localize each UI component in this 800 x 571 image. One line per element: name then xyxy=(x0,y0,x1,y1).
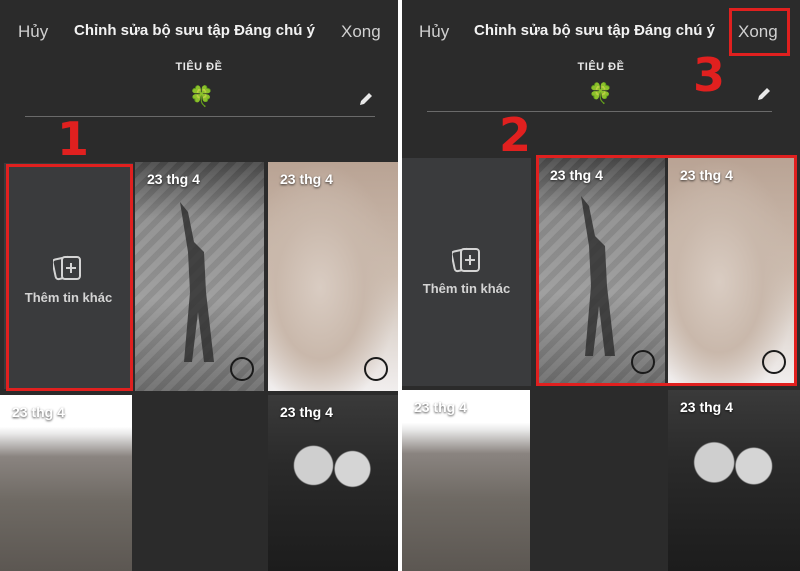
story-date: 23 thg 4 xyxy=(147,171,200,187)
add-story-tile[interactable]: Thêm tin khác xyxy=(402,158,531,386)
page-title: Chỉnh sửa bộ sưu tập Đáng chú ý xyxy=(474,22,715,39)
left-screenshot: Hủy Chỉnh sửa bộ sưu tập Đáng chú ý Xong… xyxy=(0,0,398,571)
step3-number: 3 xyxy=(693,48,726,102)
story-date: 23 thg 4 xyxy=(280,171,333,187)
add-story-icon xyxy=(452,247,480,273)
step2-highlight xyxy=(536,155,797,386)
pencil-icon[interactable] xyxy=(756,86,772,102)
title-section-label: TIÊU ĐỀ xyxy=(577,61,625,73)
story-date: 23 thg 4 xyxy=(12,404,65,420)
add-story-label: Thêm tin khác xyxy=(422,281,511,296)
cover-emoji: 🍀 xyxy=(588,83,613,105)
story-tile[interactable]: 23 thg 4 xyxy=(268,162,398,391)
title-section-label: TIÊU ĐỀ xyxy=(175,61,223,73)
title-underline xyxy=(427,111,772,112)
done-button[interactable]: Xong xyxy=(341,22,381,42)
story-date: 23 thg 4 xyxy=(680,399,733,415)
right-screenshot: Hủy Chỉnh sửa bộ sưu tập Đáng chú ý Xong… xyxy=(402,0,800,571)
story-date: 23 thg 4 xyxy=(280,404,333,420)
step1-number: 1 xyxy=(57,112,90,166)
cover-emoji: 🍀 xyxy=(189,86,214,108)
story-tile[interactable]: 23 thg 4 xyxy=(668,390,800,571)
story-tile[interactable]: 23 thg 4 xyxy=(402,390,530,571)
cancel-button[interactable]: Hủy xyxy=(419,22,449,42)
story-tile[interactable]: 23 thg 4 xyxy=(135,162,264,391)
story-tile[interactable]: 23 thg 4 xyxy=(268,395,398,571)
step3-highlight xyxy=(729,8,790,56)
story-tile[interactable]: 23 thg 4 xyxy=(0,395,132,571)
page-title: Chỉnh sửa bộ sưu tập Đáng chú ý xyxy=(74,22,315,39)
step1-highlight xyxy=(6,164,133,391)
pencil-icon[interactable] xyxy=(358,91,374,107)
story-date: 23 thg 4 xyxy=(414,399,467,415)
select-circle[interactable] xyxy=(230,357,254,381)
shadow-figure xyxy=(180,202,214,362)
step2-number: 2 xyxy=(499,108,532,162)
cancel-button[interactable]: Hủy xyxy=(18,22,48,42)
select-circle[interactable] xyxy=(364,357,388,381)
